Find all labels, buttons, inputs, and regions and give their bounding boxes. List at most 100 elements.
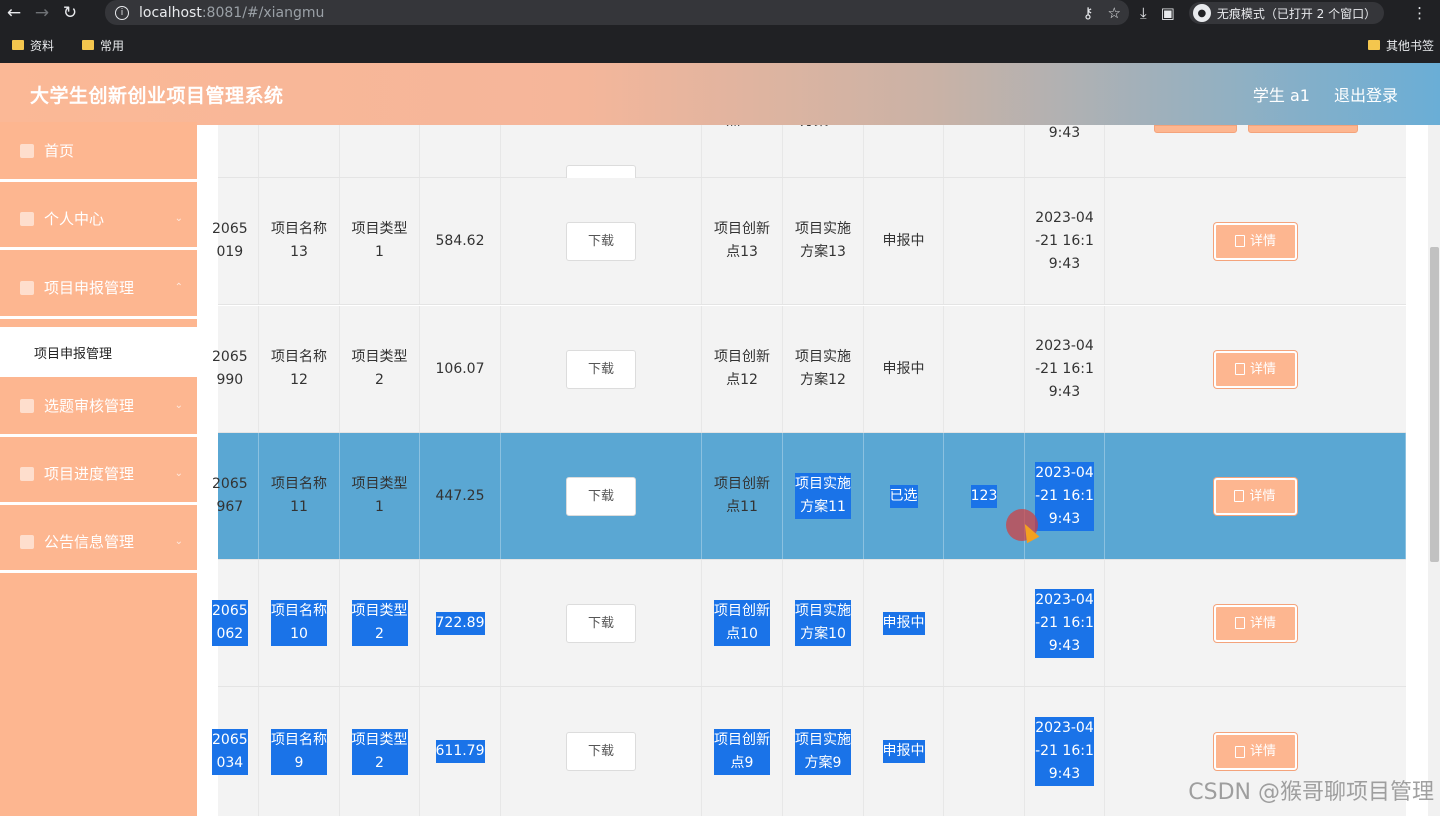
audit-icon bbox=[20, 398, 34, 413]
cell-amount: 722.89 bbox=[420, 560, 501, 686]
cell-remark bbox=[944, 306, 1025, 432]
table-row[interactable]: 2065 019 项目名称 13 项目类型 1 584.62 下载 项目创新 点13 项… bbox=[212, 178, 1406, 305]
table-row[interactable]: 2065 062 项目名称 10 项目类型 2 722.89 下载 项目创新 点10 项… bbox=[212, 560, 1406, 687]
cell-name: 项目名称 11 bbox=[259, 433, 340, 559]
url-host: localhost bbox=[139, 4, 202, 21]
cell-remark: 123 bbox=[944, 433, 1025, 559]
cell-innovation-point: 项目创新 点13 bbox=[702, 178, 783, 304]
menu-kebab-icon[interactable]: ⋮ bbox=[1412, 4, 1427, 22]
bookmark-folder-1[interactable]: 常用 bbox=[82, 37, 124, 54]
download-button[interactable]: 下载 bbox=[566, 732, 636, 771]
cell-time: 2023-04 -21 16:1 9:43 bbox=[1025, 433, 1105, 559]
sidebar-item-announcements[interactable]: 公告信息管理 ⌄ bbox=[0, 513, 197, 573]
sidebar-item-label: 个人中心 bbox=[44, 210, 105, 228]
forward-icon[interactable]: → bbox=[28, 0, 56, 26]
detail-button[interactable]: 详情 bbox=[1214, 733, 1297, 770]
scrollbar-thumb[interactable] bbox=[1430, 247, 1439, 562]
cell-status: 申报中 bbox=[864, 306, 944, 432]
folder-icon bbox=[1367, 40, 1380, 50]
cell-plan: 项目实施 方案12 bbox=[783, 306, 864, 432]
incognito-label: 无痕模式（已打开 2 个窗口） bbox=[1216, 6, 1377, 21]
cell-time: 9:43 bbox=[1025, 125, 1105, 177]
download-icon[interactable]: ⤓ bbox=[1140, 4, 1147, 22]
detail-button[interactable]: 详情 bbox=[1214, 350, 1297, 388]
sidebar-item-topic-review[interactable]: 选题审核管理 ⌄ bbox=[0, 377, 197, 437]
sidebar-item-label: 公告信息管理 bbox=[44, 533, 135, 551]
site-info-icon[interactable]: i bbox=[115, 5, 129, 20]
bookmark-folder-0[interactable]: 资料 bbox=[12, 37, 54, 54]
cell-id: 2065 019 bbox=[212, 178, 259, 304]
cell-remark bbox=[944, 178, 1025, 304]
cell-operations: 详情 bbox=[1105, 560, 1406, 686]
incognito-icon: ● bbox=[1192, 4, 1211, 22]
side-panel-icon[interactable]: ▣ bbox=[1161, 4, 1175, 22]
bookmark-label: 常用 bbox=[100, 38, 125, 53]
key-icon[interactable]: ⚷ bbox=[1083, 4, 1094, 22]
cell-remark bbox=[944, 560, 1025, 686]
sidebar-item-personal-center[interactable]: 个人中心 ⌄ bbox=[0, 190, 197, 250]
cell-status: 申报中 bbox=[864, 687, 944, 816]
cell-amount bbox=[420, 125, 501, 177]
browser-toolbar: ← → ↻ i localhost :8081/#/xiangmu ⚷ ☆ ⤓ … bbox=[0, 0, 1440, 26]
detail-button[interactable]: 详情 bbox=[1214, 604, 1297, 642]
browser-actions: ⤓ ▣ ● 无痕模式（已打开 2 个窗口） ⋮ bbox=[1140, 0, 1427, 26]
cell-file bbox=[501, 125, 702, 185]
sidebar-item-project-declaration[interactable]: 项目申报管理 ⌃ bbox=[0, 259, 197, 319]
cell-type: 项目类型 2 bbox=[340, 306, 420, 432]
url-path: :8081/#/xiangmu bbox=[201, 4, 325, 21]
cell-plan: 项目实施 方案11 bbox=[783, 433, 864, 559]
incognito-badge[interactable]: ● 无痕模式（已打开 2 个窗口） bbox=[1188, 2, 1385, 24]
detail-button[interactable]: 详情 bbox=[1214, 222, 1297, 260]
cell-id: 2065 990 bbox=[212, 306, 259, 432]
reload-icon[interactable]: ↻ bbox=[56, 0, 84, 26]
table-row-partial[interactable]: 986 14 1 点14 方案14 9:43 bbox=[212, 125, 1406, 185]
watermark: CSDN @猴哥聊项目管理 bbox=[1188, 780, 1434, 805]
cell-name: 14 bbox=[259, 125, 340, 177]
progress-icon bbox=[20, 466, 34, 481]
cell-status: 申报中 bbox=[864, 560, 944, 686]
vertical-scrollbar[interactable] bbox=[1428, 125, 1440, 816]
cell-name: 项目名称 10 bbox=[259, 560, 340, 686]
logout-link[interactable]: 退出登录 bbox=[1334, 82, 1398, 106]
download-button[interactable]: 下载 bbox=[566, 476, 636, 516]
chevron-down-icon: ⌄ bbox=[174, 213, 183, 224]
cell-name: 项目名称 12 bbox=[259, 306, 340, 432]
table-row-selected[interactable]: 2065 967 项目名称 11 项目类型 1 447.25 下载 项目创新 点11 项… bbox=[212, 433, 1406, 560]
cell-innovation-point: 点14 bbox=[702, 125, 783, 177]
cell-type: 项目类型 1 bbox=[340, 178, 420, 304]
cell-operations: 详情 bbox=[1105, 306, 1406, 432]
bookmark-star-icon[interactable]: ☆ bbox=[1108, 4, 1121, 22]
table-row[interactable]: 2065 990 项目名称 12 项目类型 2 106.07 下载 项目创新 点12 项… bbox=[212, 306, 1406, 433]
sidebar-item-home[interactable]: 首页 bbox=[0, 122, 197, 182]
other-bookmarks[interactable]: 其他书签 bbox=[1367, 37, 1434, 54]
cell-operations bbox=[1105, 125, 1406, 177]
download-button[interactable]: 下载 bbox=[566, 349, 636, 389]
cell-plan: 项目实施 方案9 bbox=[783, 687, 864, 816]
sidebar-subitem-project-declaration[interactable]: 项目申报管理 bbox=[0, 327, 197, 377]
cell-remark bbox=[944, 687, 1025, 816]
sidebar-item-progress[interactable]: 项目进度管理 ⌄ bbox=[0, 445, 197, 505]
other-bookmarks-label: 其他书签 bbox=[1385, 38, 1434, 53]
download-button[interactable]: 下载 bbox=[566, 221, 636, 261]
cell-innovation-point: 项目创新 点11 bbox=[702, 433, 783, 559]
bookmarks-bar: 资料 常用 其他书签 bbox=[0, 34, 1440, 56]
sidebar-item-label: 选题审核管理 bbox=[44, 397, 135, 415]
sidebar-item-label: 项目进度管理 bbox=[44, 465, 135, 483]
delete-button[interactable] bbox=[1248, 125, 1358, 133]
address-bar[interactable]: i localhost :8081/#/xiangmu ⚷ ☆ bbox=[105, 0, 1129, 25]
back-icon[interactable]: ← bbox=[0, 0, 28, 26]
cell-status bbox=[864, 125, 944, 177]
cell-type: 1 bbox=[340, 125, 420, 177]
download-button[interactable]: 下载 bbox=[566, 603, 636, 643]
document-icon bbox=[1234, 235, 1245, 247]
sidebar-item-label: 首页 bbox=[44, 142, 75, 160]
omnibox-icons: ⚷ ☆ bbox=[1083, 4, 1121, 22]
cell-operations: 详情 bbox=[1105, 433, 1406, 559]
cell-plan: 项目实施 方案13 bbox=[783, 178, 864, 304]
edit-button[interactable] bbox=[1154, 125, 1237, 133]
cell-plan: 方案14 bbox=[783, 125, 864, 177]
detail-button[interactable]: 详情 bbox=[1213, 477, 1297, 515]
folder-icon bbox=[82, 40, 95, 50]
cell-time: 2023-04 -21 16:1 9:43 bbox=[1025, 178, 1105, 304]
current-user[interactable]: 学生 a1 bbox=[1253, 82, 1310, 106]
